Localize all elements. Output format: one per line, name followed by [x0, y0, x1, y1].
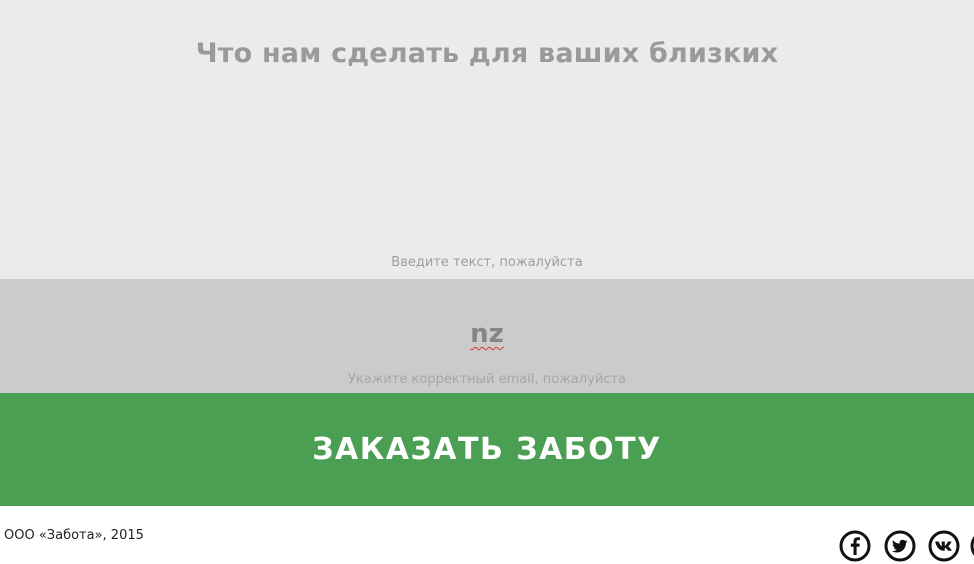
email-error-hint: Укажите корректный email, пожалуйста: [347, 372, 627, 387]
facebook-icon[interactable]: [839, 530, 871, 562]
more-social-icon[interactable]: [970, 530, 974, 562]
twitter-icon[interactable]: [884, 530, 916, 562]
message-error-hint: Введите текст, пожалуйста: [391, 255, 583, 270]
order-care-button[interactable]: ЗАКАЗАТЬ ЗАБОТУ: [0, 393, 974, 506]
message-textarea[interactable]: Что нам сделать для ваших близких Введит…: [0, 0, 974, 279]
footer: ООО «Забота», 2015: [0, 506, 974, 564]
vk-icon[interactable]: [928, 530, 960, 562]
email-value-text: nz: [470, 319, 504, 349]
email-field[interactable]: nz Укажите корректный email, пожалуйста: [0, 279, 974, 393]
email-value: nz: [0, 319, 974, 349]
copyright-text: ООО «Забота», 2015: [4, 528, 144, 543]
page: Что нам сделать для ваших близких Введит…: [0, 0, 974, 564]
message-placeholder: Что нам сделать для ваших близких: [195, 38, 779, 69]
